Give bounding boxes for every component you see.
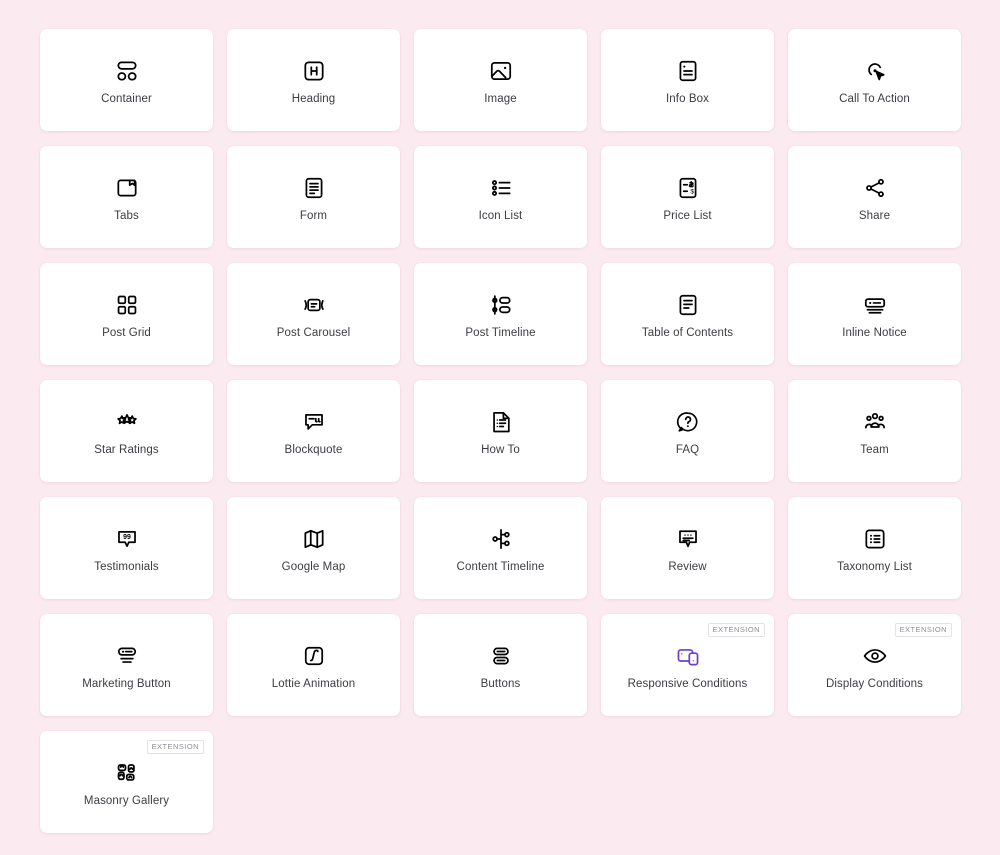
widget-card-display-conditions[interactable]: EXTENSION Display Conditions xyxy=(788,614,961,716)
widget-label: Tabs xyxy=(114,209,139,222)
widget-card-taxonomy-list[interactable]: Taxonomy List xyxy=(788,497,961,599)
form-icon xyxy=(301,171,327,205)
widget-label: How To xyxy=(481,443,520,456)
widget-label: Inline Notice xyxy=(842,326,907,339)
star-ratings-icon xyxy=(114,405,140,439)
widget-label: Buttons xyxy=(480,677,521,690)
widget-label: Table of Contents xyxy=(641,326,734,339)
widget-label: Price List xyxy=(663,209,712,222)
widget-card-call-to-action[interactable]: Call To Action xyxy=(788,29,961,131)
team-icon xyxy=(862,405,888,439)
widget-label: Form xyxy=(299,209,328,222)
faq-icon xyxy=(675,405,701,439)
widget-card-testimonials[interactable]: 99 Testimonials xyxy=(40,497,213,599)
widget-card-image[interactable]: Image xyxy=(414,29,587,131)
share-icon xyxy=(862,171,888,205)
map-icon xyxy=(301,522,327,556)
widget-label: Review xyxy=(668,560,707,573)
widget-card-info-box[interactable]: Info Box xyxy=(601,29,774,131)
widget-card-buttons[interactable]: Buttons xyxy=(414,614,587,716)
widget-card-post-carousel[interactable]: Post Carousel xyxy=(227,263,400,365)
widget-card-google-map[interactable]: Google Map xyxy=(227,497,400,599)
tabs-icon xyxy=(114,171,140,205)
inline-notice-icon xyxy=(862,288,888,322)
widget-label: Lottie Animation xyxy=(271,677,356,690)
widget-label: Post Grid xyxy=(102,326,151,339)
widget-card-responsive-conditions[interactable]: EXTENSION Responsive Conditions xyxy=(601,614,774,716)
testimonials-icon: 99 xyxy=(114,522,140,556)
widget-label: Share xyxy=(858,209,891,222)
widget-card-team[interactable]: Team xyxy=(788,380,961,482)
extension-badge: EXTENSION xyxy=(894,623,952,637)
widget-card-heading[interactable]: Heading xyxy=(227,29,400,131)
widget-label: Blockquote xyxy=(284,443,343,456)
widget-label: Testimonials xyxy=(94,560,159,573)
widget-label: Post Carousel xyxy=(276,326,351,339)
table-of-contents-icon xyxy=(675,288,701,322)
lottie-animation-icon xyxy=(301,639,327,673)
widget-card-star-ratings[interactable]: Star Ratings xyxy=(40,380,213,482)
widget-card-blockquote[interactable]: Blockquote xyxy=(227,380,400,482)
widget-label: Responsive Conditions xyxy=(627,677,748,690)
widget-card-masonry-gallery[interactable]: EXTENSION Masonry Gallery xyxy=(40,731,213,833)
post-grid-icon xyxy=(114,288,140,322)
responsive-conditions-icon xyxy=(675,639,701,673)
post-timeline-icon xyxy=(488,288,514,322)
widget-card-marketing-button[interactable]: Marketing Button xyxy=(40,614,213,716)
widget-card-faq[interactable]: FAQ xyxy=(601,380,774,482)
marketing-button-icon xyxy=(114,639,140,673)
widget-card-table-of-contents[interactable]: Table of Contents xyxy=(601,263,774,365)
icon-list-icon xyxy=(488,171,514,205)
extension-badge: EXTENSION xyxy=(146,740,204,754)
widget-label: Team xyxy=(860,443,889,456)
widget-label: Heading xyxy=(291,92,336,105)
widget-card-content-timeline[interactable]: Content Timeline xyxy=(414,497,587,599)
widget-card-lottie-animation[interactable]: Lottie Animation xyxy=(227,614,400,716)
widget-label: Taxonomy List xyxy=(837,560,912,573)
widget-label: FAQ xyxy=(675,443,700,456)
widget-label: Image xyxy=(484,92,517,105)
widget-card-container[interactable]: Container xyxy=(40,29,213,131)
widget-label: Content Timeline xyxy=(456,560,545,573)
widget-label: Container xyxy=(101,92,152,105)
widget-label: Display Conditions xyxy=(825,677,924,690)
how-to-icon xyxy=(488,405,514,439)
widget-label: Post Timeline xyxy=(465,326,536,339)
image-icon xyxy=(488,54,514,88)
buttons-icon xyxy=(488,639,514,673)
post-carousel-icon xyxy=(301,288,327,322)
masonry-gallery-icon xyxy=(114,756,140,790)
widget-card-share[interactable]: Share xyxy=(788,146,961,248)
price-list-icon: $ $ xyxy=(675,171,701,205)
widget-label: Star Ratings xyxy=(94,443,159,456)
widget-card-post-grid[interactable]: Post Grid xyxy=(40,263,213,365)
widget-label: Call To Action xyxy=(839,92,910,105)
widget-label: Info Box xyxy=(666,92,709,105)
eye-icon xyxy=(862,639,888,673)
widget-card-how-to[interactable]: How To xyxy=(414,380,587,482)
widget-card-post-timeline[interactable]: Post Timeline xyxy=(414,263,587,365)
info-box-icon xyxy=(675,54,701,88)
extension-badge: EXTENSION xyxy=(707,623,765,637)
review-icon xyxy=(675,522,701,556)
widget-label: Masonry Gallery xyxy=(83,794,170,807)
svg-text:$: $ xyxy=(690,188,694,195)
widget-label: Icon List xyxy=(478,209,523,222)
widget-card-icon-list[interactable]: Icon List xyxy=(414,146,587,248)
widget-card-price-list[interactable]: $ $ Price List xyxy=(601,146,774,248)
widget-grid: Container Heading Image Info Box Call To Act… xyxy=(0,0,1000,833)
cursor-click-icon xyxy=(862,54,888,88)
content-timeline-icon xyxy=(488,522,514,556)
svg-text:99: 99 xyxy=(123,534,131,541)
widget-card-form[interactable]: Form xyxy=(227,146,400,248)
widget-label: Google Map xyxy=(281,560,346,573)
widget-card-review[interactable]: Review xyxy=(601,497,774,599)
container-icon xyxy=(114,54,140,88)
heading-icon xyxy=(301,54,327,88)
blockquote-icon xyxy=(301,405,327,439)
widget-card-tabs[interactable]: Tabs xyxy=(40,146,213,248)
widget-label: Marketing Button xyxy=(82,677,171,690)
widget-card-inline-notice[interactable]: Inline Notice xyxy=(788,263,961,365)
taxonomy-list-icon xyxy=(862,522,888,556)
